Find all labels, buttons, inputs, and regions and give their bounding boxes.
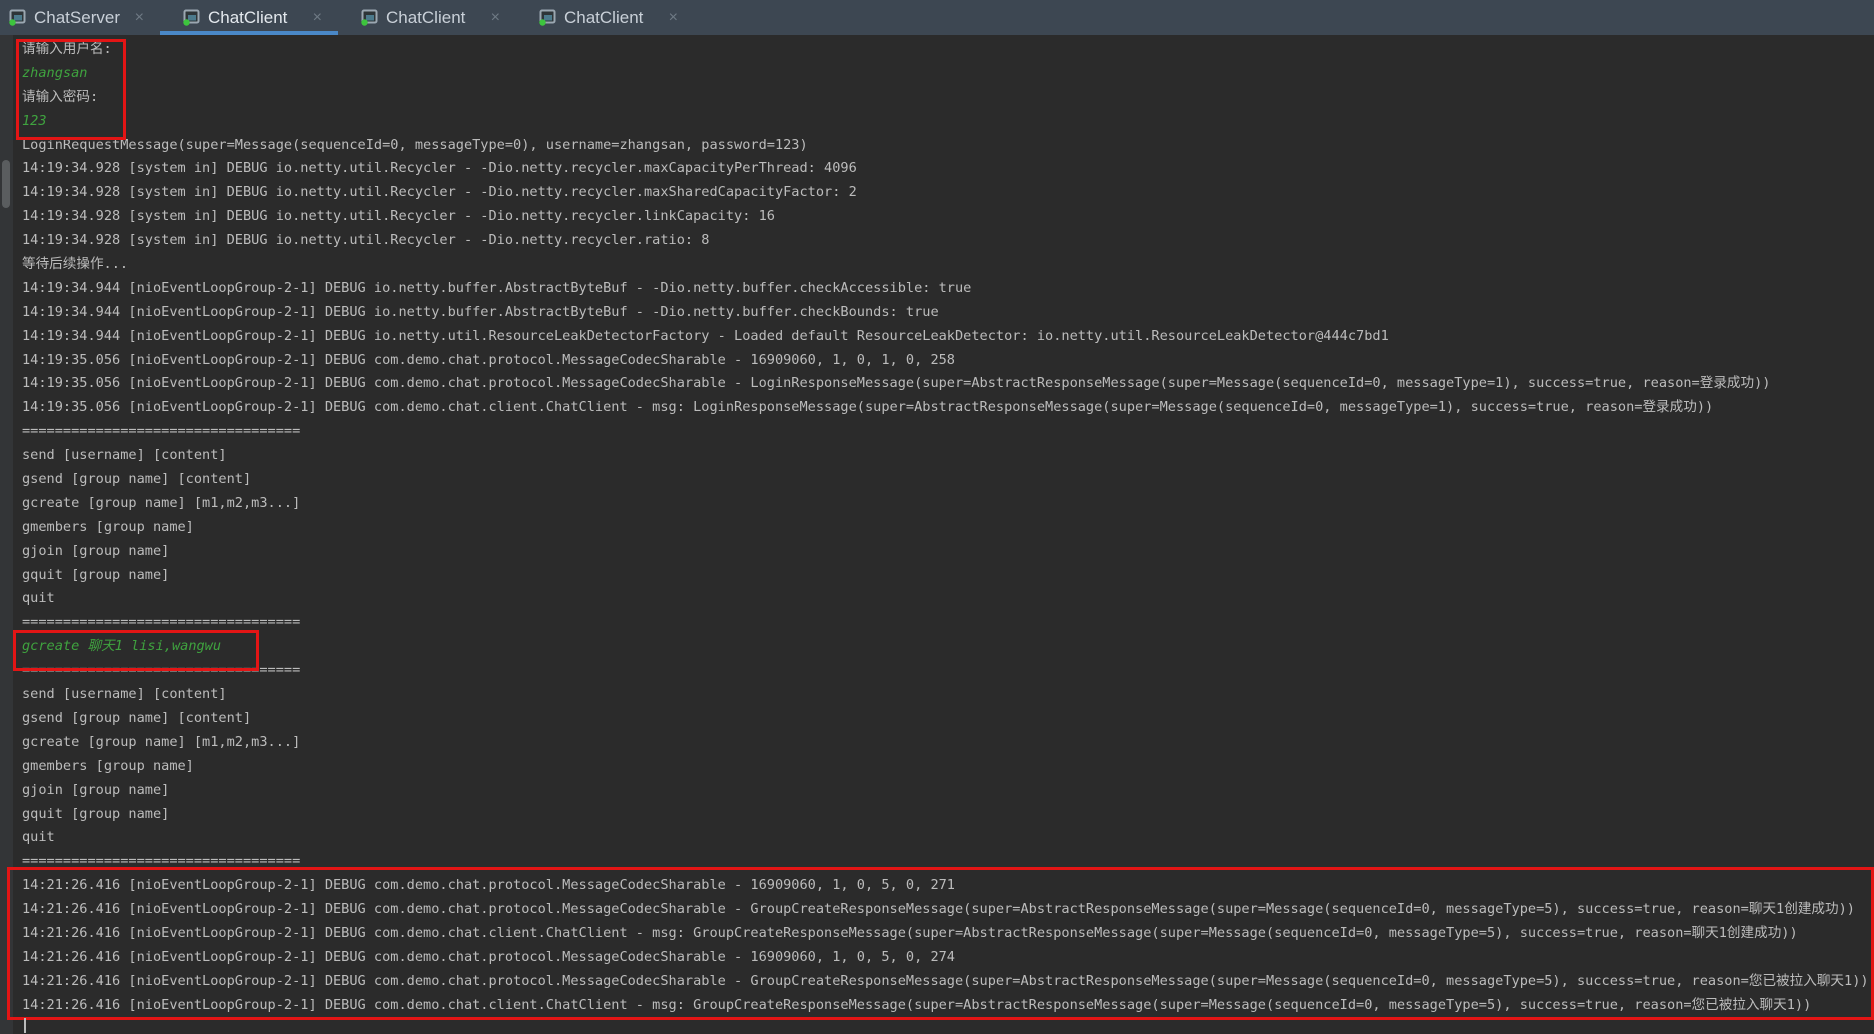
console-line: quit	[13, 587, 1874, 611]
console-running-icon	[360, 9, 379, 26]
console-line: quit	[13, 826, 1874, 850]
console-line: 14:21:26.416 [nioEventLoopGroup-2-1] DEB…	[13, 946, 1874, 970]
console-line: LoginRequestMessage(super=Message(sequen…	[13, 134, 1874, 158]
console-line: 14:19:35.056 [nioEventLoopGroup-2-1] DEB…	[13, 372, 1874, 396]
console-line: 123	[13, 110, 1874, 134]
tab-label: ChatClient	[208, 8, 304, 28]
console-line: gcreate 聊天1 lisi,wangwu	[13, 635, 1874, 659]
console-line: 14:19:34.944 [nioEventLoopGroup-2-1] DEB…	[13, 277, 1874, 301]
console-line: 14:21:26.416 [nioEventLoopGroup-2-1] DEB…	[13, 994, 1874, 1018]
console-line: zhangsan	[13, 62, 1874, 86]
close-icon[interactable]: ×	[489, 10, 502, 26]
console-line: 14:19:35.056 [nioEventLoopGroup-2-1] DEB…	[13, 349, 1874, 373]
console-line: gcreate [group name] [m1,m2,m3...]	[13, 492, 1874, 516]
console-line: gjoin [group name]	[13, 779, 1874, 803]
console-line: 14:19:34.928 [system in] DEBUG io.netty.…	[13, 229, 1874, 253]
run-tool-window-tabbar: ChatServer × ChatClient × ChatClient × C…	[0, 0, 1874, 35]
tab-chatclient-2[interactable]: ChatClient ×	[338, 0, 516, 35]
tab-chatserver[interactable]: ChatServer ×	[0, 0, 160, 35]
console-line: gquit [group name]	[13, 564, 1874, 588]
console-line: 14:21:26.416 [nioEventLoopGroup-2-1] DEB…	[13, 898, 1874, 922]
tab-chatclient-3[interactable]: ChatClient ×	[516, 0, 694, 35]
console-line: 14:19:34.928 [system in] DEBUG io.netty.…	[13, 181, 1874, 205]
console-line: ==================================	[13, 420, 1874, 444]
console-line: 14:19:34.944 [nioEventLoopGroup-2-1] DEB…	[13, 325, 1874, 349]
console-line: gsend [group name] [content]	[13, 468, 1874, 492]
console-line: send [username] [content]	[13, 683, 1874, 707]
console-line: ==================================	[13, 611, 1874, 635]
console-line: gquit [group name]	[13, 803, 1874, 827]
console-line: 14:21:26.416 [nioEventLoopGroup-2-1] DEB…	[13, 970, 1874, 994]
console-running-icon	[182, 9, 201, 26]
console-running-icon	[8, 9, 27, 26]
console-line: gmembers [group name]	[13, 755, 1874, 779]
console-running-icon	[538, 9, 557, 26]
console-line: ==================================	[13, 850, 1874, 874]
console-line: gcreate [group name] [m1,m2,m3...]	[13, 731, 1874, 755]
console-line: 等待后续操作...	[13, 253, 1874, 277]
tab-label: ChatClient	[564, 8, 660, 28]
console-line: send [username] [content]	[13, 444, 1874, 468]
console-line: 14:21:26.416 [nioEventLoopGroup-2-1] DEB…	[13, 874, 1874, 898]
close-icon[interactable]: ×	[667, 10, 680, 26]
console-line: 请输入用户名:	[13, 38, 1874, 62]
console-line: gsend [group name] [content]	[13, 707, 1874, 731]
scrollbar-thumb[interactable]	[2, 160, 10, 208]
console-line: 14:21:26.416 [nioEventLoopGroup-2-1] DEB…	[13, 922, 1874, 946]
console-line: 14:19:34.928 [system in] DEBUG io.netty.…	[13, 205, 1874, 229]
console-line: 14:19:34.928 [system in] DEBUG io.netty.…	[13, 157, 1874, 181]
console-log: 请输入用户名:zhangsan请输入密码:123LoginRequestMess…	[13, 38, 1874, 1018]
text-caret	[24, 1018, 26, 1033]
close-icon[interactable]: ×	[133, 10, 146, 26]
tab-label: ChatClient	[386, 8, 482, 28]
tab-label: ChatServer	[34, 8, 126, 28]
console-line: 14:19:34.944 [nioEventLoopGroup-2-1] DEB…	[13, 301, 1874, 325]
tab-chatclient-1[interactable]: ChatClient ×	[160, 0, 338, 35]
console-left-gutter	[0, 35, 13, 1034]
close-icon[interactable]: ×	[311, 10, 324, 26]
console-line: gjoin [group name]	[13, 540, 1874, 564]
console-line: 14:19:35.056 [nioEventLoopGroup-2-1] DEB…	[13, 396, 1874, 420]
console-line: gmembers [group name]	[13, 516, 1874, 540]
console-line: ==================================	[13, 659, 1874, 683]
console-line: 请输入密码:	[13, 86, 1874, 110]
